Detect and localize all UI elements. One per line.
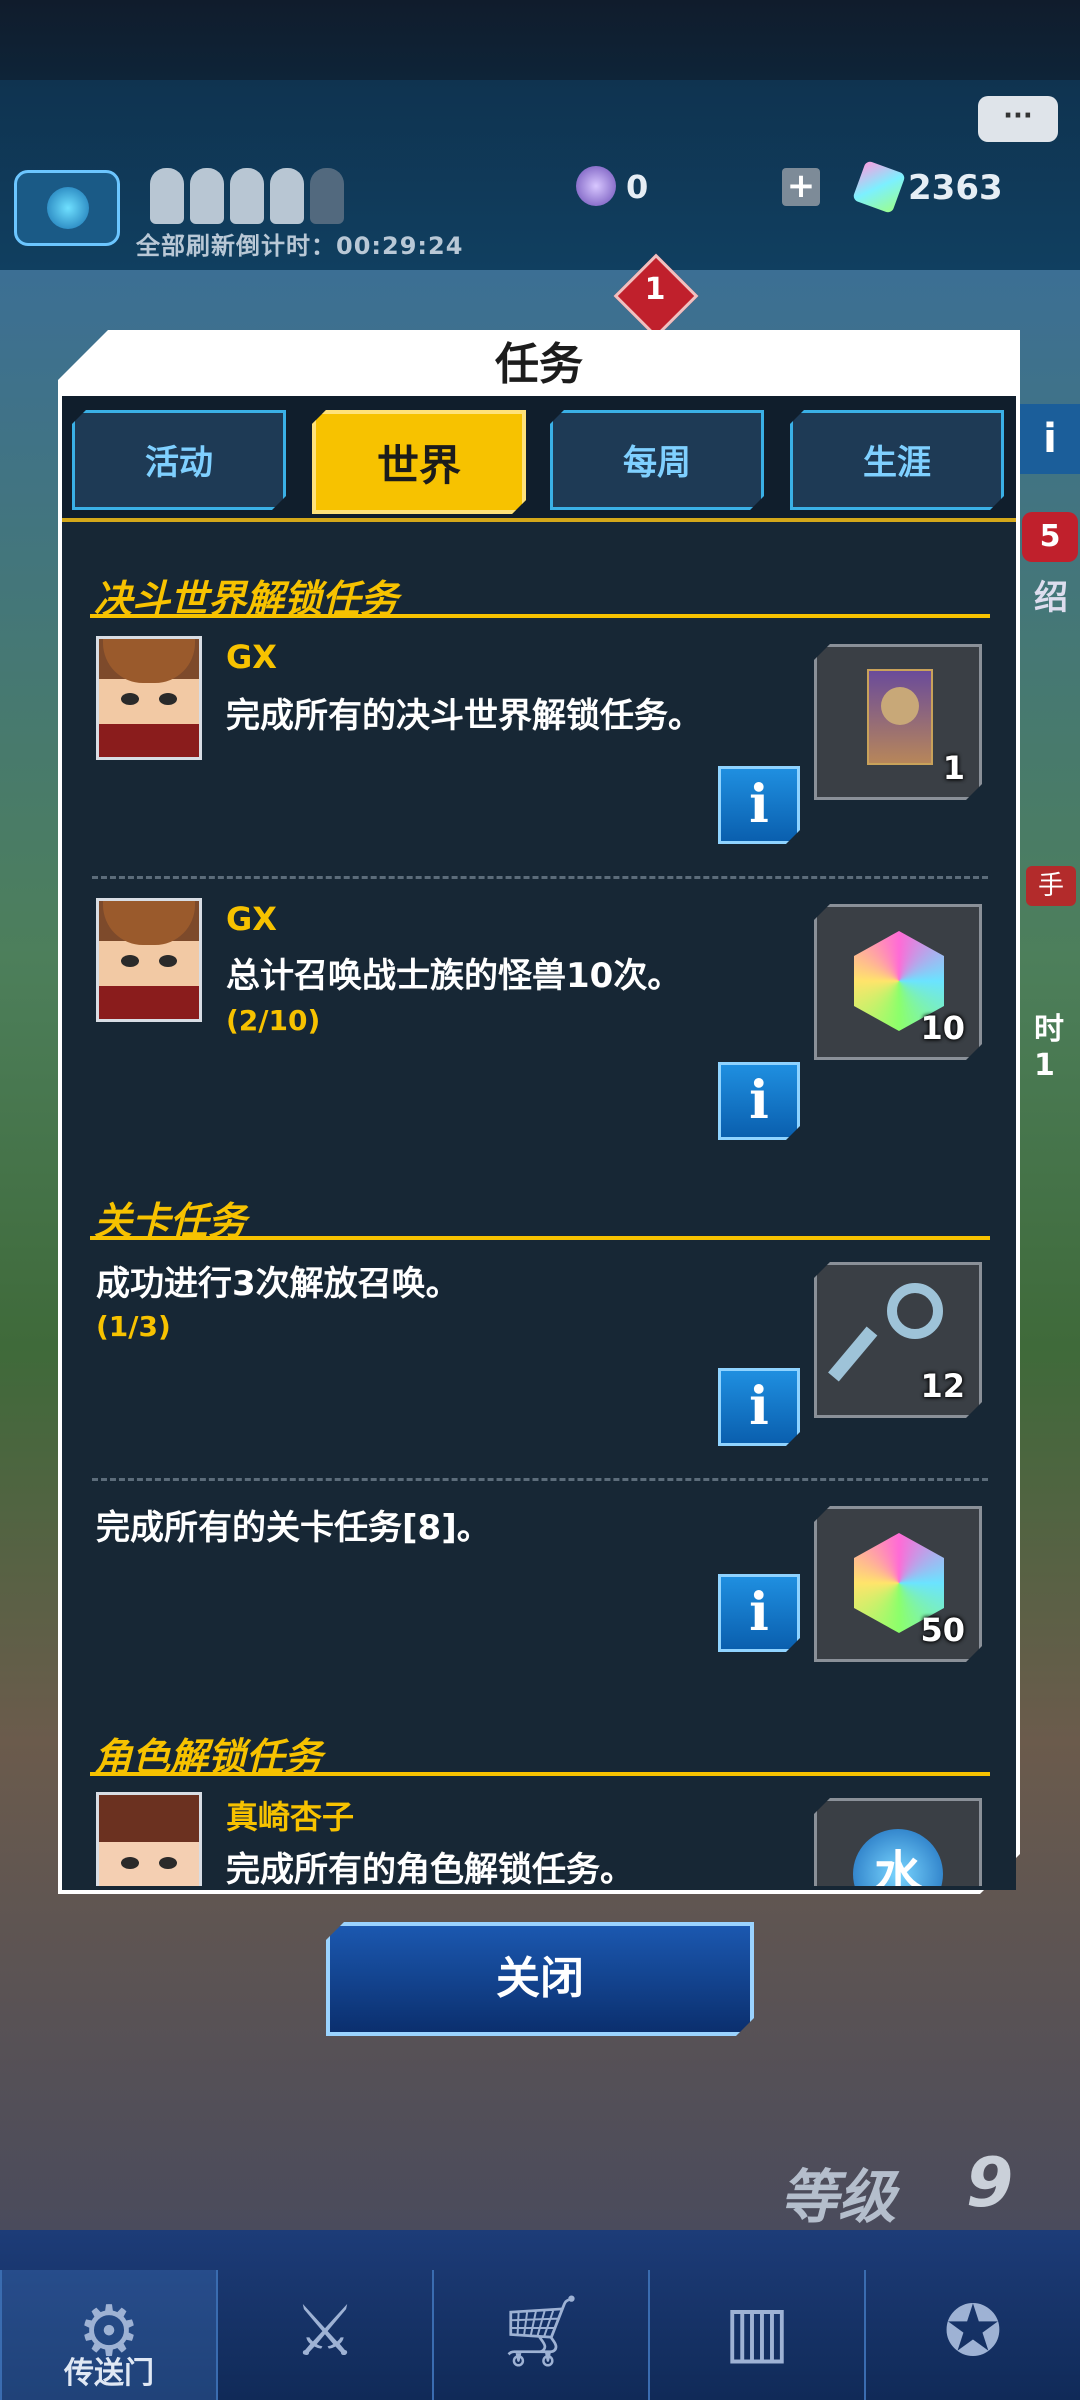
character-portrait (96, 636, 202, 760)
task-reward[interactable]: 水 (814, 1798, 982, 1886)
side-partial-text-2: 时1 (1034, 1012, 1064, 1083)
task-description: 成功进行3次解放召唤。 (96, 1264, 460, 1304)
nav-portal-label: 传送门 (64, 2356, 154, 2391)
tab-career[interactable]: 生涯 (790, 410, 1004, 510)
character-portrait (96, 898, 202, 1022)
task-reward[interactable]: 12 (814, 1262, 982, 1418)
side-badge: 5 (1022, 512, 1078, 562)
bottom-navigation: ⚙ 传送门 ⚔ 🛒︎ ▥ ✪ (0, 2270, 1080, 2400)
cards-icon: ▥ (723, 2290, 791, 2372)
task-reward[interactable]: 10 (814, 904, 982, 1060)
task-divider (92, 876, 988, 879)
task-info-button[interactable]: i (718, 1062, 800, 1140)
reward-quantity: 50 (920, 1611, 965, 1649)
side-partial-text: 绍 (1034, 578, 1068, 618)
section-divider (90, 614, 990, 618)
task-info-button[interactable]: i (718, 1574, 800, 1652)
side-info-button[interactable]: i (1020, 404, 1080, 474)
task-description: 完成所有的角色解锁任务。 (226, 1850, 634, 1886)
shop-cart-icon: 🛒︎ (496, 2290, 586, 2372)
mission-list[interactable]: 决斗世界解锁任务 GX 完成所有的决斗世界解锁任务。 i 1 GX 总计召唤战士… (62, 522, 1016, 1886)
notification-badge-count: 1 (644, 272, 666, 307)
orb-count: 0 (626, 168, 649, 206)
nav-shop[interactable]: 🛒︎ (432, 2270, 648, 2400)
chat-icon[interactable]: ··· (978, 96, 1058, 142)
close-button[interactable]: 关闭 (326, 1922, 754, 2036)
task-character-name: GX (226, 900, 277, 938)
task-info-button[interactable]: i (718, 1368, 800, 1446)
status-bar-area (0, 0, 1080, 80)
task-divider (92, 1478, 988, 1481)
task-progress: (1/3) (96, 1310, 171, 1343)
task-description: 完成所有的关卡任务[8]。 (96, 1508, 491, 1548)
gem-count: 2363 (908, 168, 1003, 208)
add-currency-button[interactable]: + (782, 168, 820, 206)
nav-portal[interactable]: ⚙ 传送门 (0, 2270, 216, 2400)
tab-weekly[interactable]: 每周 (550, 410, 764, 510)
orb-currency-icon (576, 166, 616, 206)
tab-world[interactable]: 世界 (312, 410, 526, 514)
character-portrait (96, 1792, 202, 1886)
card-icon (867, 669, 933, 765)
nav-duel[interactable]: ⚔ (216, 2270, 432, 2400)
tab-events[interactable]: 活动 (72, 410, 286, 510)
crossed-swords-icon: ⚔ (293, 2290, 357, 2372)
level-label: 等级 (780, 2163, 897, 2231)
nav-deck[interactable]: ▥ (648, 2270, 864, 2400)
task-reward[interactable]: 50 (814, 1506, 982, 1662)
task-description: 完成所有的决斗世界解锁任务。 (226, 696, 702, 736)
water-attribute-icon: 水 (853, 1829, 943, 1886)
reward-quantity: 1 (942, 749, 965, 787)
task-reward[interactable]: 1 (814, 644, 982, 800)
duelist-icon: ✪ (943, 2290, 1003, 2372)
side-partial-tag: 手 (1026, 866, 1076, 906)
task-character-name: 真崎杏子 (226, 1798, 355, 1836)
stamina-people-icons (150, 168, 344, 224)
nav-duelist[interactable]: ✪ (864, 2270, 1080, 2400)
reward-quantity: 10 (920, 1009, 965, 1047)
task-description: 总计召唤战士族的怪兽10次。 (226, 956, 682, 996)
section-divider (90, 1236, 990, 1240)
task-progress: (2/10) (226, 1004, 321, 1037)
world-globe-icon[interactable] (14, 170, 120, 246)
task-info-button[interactable]: i (718, 766, 800, 844)
task-character-name: GX (226, 638, 277, 676)
section-divider (90, 1772, 990, 1776)
refresh-countdown: 全部刷新倒计时：00:29:24 (136, 232, 464, 260)
level-value: 9 (966, 2144, 1014, 2223)
reward-quantity: 12 (920, 1367, 965, 1405)
modal-title: 任务 (495, 339, 583, 390)
